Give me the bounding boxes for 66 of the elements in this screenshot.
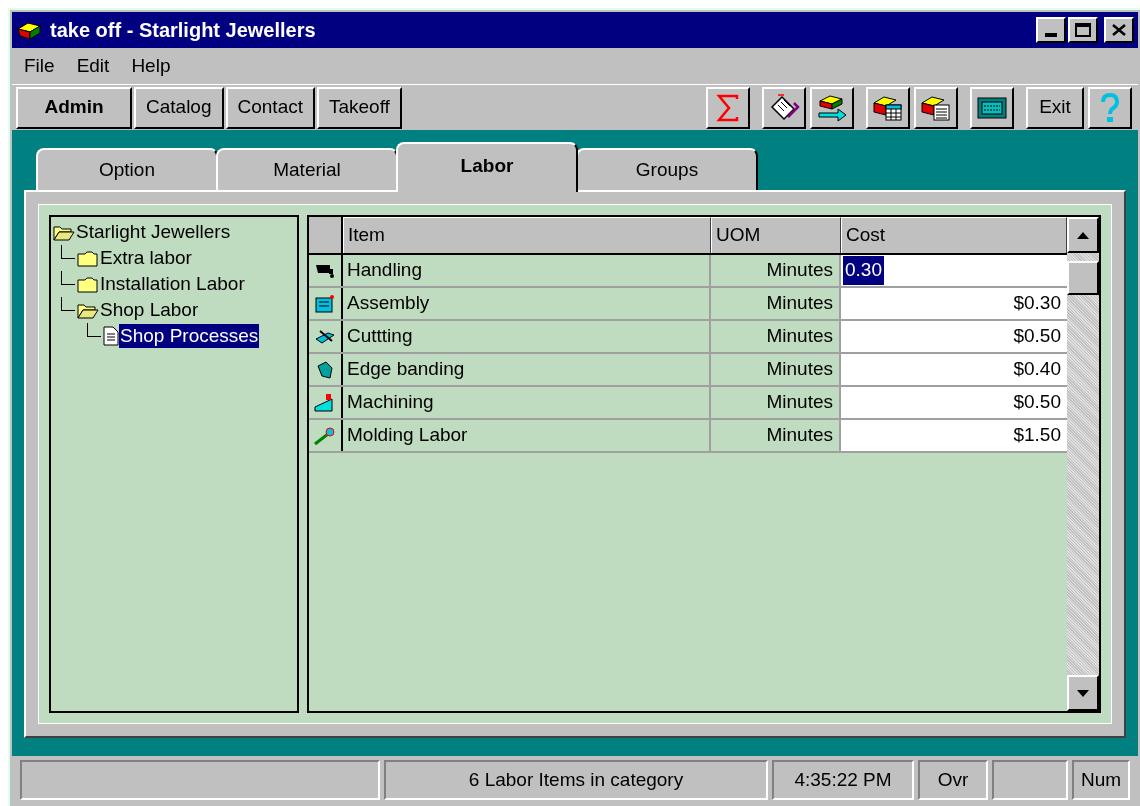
tab[interactable]: Groups (576, 148, 758, 190)
maximize-icon (1075, 23, 1091, 37)
menu-item[interactable]: Edit (76, 51, 110, 81)
exit-button[interactable]: Exit (1026, 86, 1084, 129)
tree-item[interactable]: Starlight Jewellers (75, 220, 232, 244)
table-cell: Assembly (343, 288, 711, 319)
calculator-button[interactable] (970, 86, 1014, 129)
window-title: take off - Starlight Jewellers (50, 18, 316, 43)
tree-item[interactable]: Shop Processes (119, 324, 260, 348)
maximize-button[interactable] (1068, 17, 1098, 43)
tab[interactable]: Option (36, 148, 218, 190)
status-panel: Num (1072, 760, 1130, 800)
up-arrow-icon (1077, 231, 1089, 239)
tab[interactable]: Labor (396, 142, 578, 192)
table-cell: $0.30 (841, 288, 1067, 319)
status-panel: 6 Labor Items in category (384, 760, 768, 800)
cube-icon (16, 19, 44, 41)
vertical-scrollbar[interactable] (1067, 217, 1099, 711)
table-cell: Machining (343, 387, 711, 418)
menu-item[interactable]: Help (131, 51, 171, 81)
nav-button[interactable]: Takeoff (317, 86, 402, 129)
document-icon (103, 326, 119, 346)
close-button[interactable] (1104, 17, 1134, 43)
close-icon (1112, 24, 1126, 36)
nav-button[interactable]: Admin (16, 86, 132, 129)
box-arrow-icon (816, 92, 848, 123)
minimize-button[interactable] (1036, 17, 1066, 43)
tree-item[interactable]: Extra labor (99, 246, 193, 270)
sigma-icon (716, 93, 740, 122)
table-cell: Edge banding (343, 354, 711, 385)
table-cell: $1.50 (841, 420, 1067, 451)
menu-item[interactable]: File (24, 51, 55, 81)
nav-button[interactable]: Catalog (134, 86, 224, 129)
minimize-icon (1045, 33, 1057, 37)
help-button[interactable] (1088, 86, 1132, 129)
sigma-button[interactable] (706, 86, 750, 129)
labor-icon (314, 293, 336, 314)
cost-input[interactable]: 0.30 (843, 256, 884, 285)
keyboard-icon (977, 95, 1007, 120)
tree-item[interactable]: Installation Labor (99, 272, 246, 296)
nav-button[interactable]: Contact (225, 86, 315, 129)
table-cell: Cuttting (343, 321, 711, 352)
scroll-thumb[interactable] (1067, 261, 1099, 295)
status-panel: 4:35:22 PM (772, 760, 914, 800)
labor-icon (314, 392, 336, 413)
labor-icon (314, 425, 336, 446)
tree-item[interactable]: Shop Labor (99, 298, 200, 322)
status-panel: Ovr (918, 760, 988, 800)
table-cell: $0.50 (841, 387, 1067, 418)
scroll-down-button[interactable] (1067, 675, 1099, 711)
checklist-icon (768, 92, 800, 123)
column-header[interactable]: Cost (841, 217, 1067, 253)
column-header[interactable]: UOM (711, 217, 841, 253)
export-button[interactable] (810, 86, 854, 129)
down-arrow-icon (1077, 689, 1089, 697)
table-cell: Handling (343, 255, 711, 286)
table-button[interactable] (866, 86, 910, 129)
question-mark-icon (1099, 92, 1121, 123)
table-cell: $0.40 (841, 354, 1067, 385)
scroll-up-button[interactable] (1067, 217, 1099, 253)
checklist-button[interactable] (762, 86, 806, 129)
column-header[interactable]: Item (343, 217, 711, 253)
tab[interactable]: Material (216, 148, 398, 190)
table-cell: $0.50 (841, 321, 1067, 352)
table-cell: Molding Labor (343, 420, 711, 451)
list-button[interactable] (914, 86, 958, 129)
